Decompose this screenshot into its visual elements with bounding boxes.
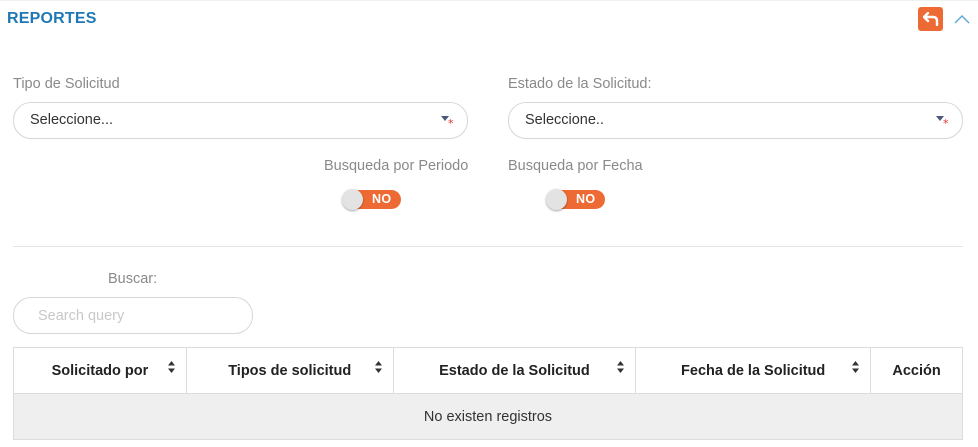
periodo-toggle[interactable]: NO (342, 188, 402, 210)
column-header-label: Estado de la Solicitud (439, 362, 590, 379)
sort-icon (617, 361, 625, 373)
search-label: Buscar: (108, 271, 158, 287)
sort-icon (374, 361, 382, 373)
tipo-solicitud-value: Seleccione... (30, 112, 114, 128)
column-header-label: Acción (892, 362, 941, 379)
estado-solicitud-label: Estado de la Solicitud: (508, 76, 652, 92)
search-input[interactable] (13, 297, 253, 334)
column-header-label: Tipos de solicitud (228, 362, 352, 379)
periodo-label: Busqueda por Periodo (324, 158, 469, 174)
column-header-tipos-de-solicitud[interactable]: Tipos de solicitud (185, 347, 394, 394)
fecha-toggle-text: NO (576, 192, 596, 206)
results-table: Solicitado por Tipos de solicitud Estado… (13, 347, 963, 440)
column-header-fecha-de-la-solicitud[interactable]: Fecha de la Solicitud (635, 347, 872, 394)
estado-solicitud-select[interactable]: Seleccione.. * (508, 102, 963, 139)
column-header-accion: Acción (870, 347, 963, 394)
undo-arrow-icon (922, 12, 938, 26)
column-header-label: Fecha de la Solicitud (681, 362, 826, 379)
section-divider (13, 246, 963, 247)
column-header-estado-de-la-solicitud[interactable]: Estado de la Solicitud (392, 347, 637, 394)
periodo-toggle-text: NO (372, 192, 392, 206)
fecha-label: Busqueda por Fecha (508, 158, 643, 174)
column-header-label: Solicitado por (51, 362, 149, 379)
table-header-row: Solicitado por Tipos de solicitud Estado… (13, 347, 963, 394)
sort-icon (167, 361, 175, 373)
top-border (0, 0, 978, 1)
table-row: No existen registros (13, 393, 963, 440)
toggle-knob (546, 189, 567, 210)
tipo-solicitud-label: Tipo de Solicitud (13, 76, 120, 92)
chevron-up-icon[interactable] (953, 12, 971, 26)
estado-solicitud-value: Seleccione.. (525, 112, 604, 128)
svg-text:*: * (448, 117, 454, 127)
dropdown-arrow-icon: * (441, 116, 454, 127)
column-header-solicitado-por[interactable]: Solicitado por (13, 347, 187, 394)
toggle-knob (342, 189, 363, 210)
dropdown-arrow-icon: * (936, 116, 949, 127)
tipo-solicitud-select[interactable]: Seleccione... * (13, 102, 468, 139)
sort-icon (852, 361, 860, 373)
svg-text:*: * (943, 117, 949, 127)
fecha-toggle[interactable]: NO (546, 188, 606, 210)
page-title: REPORTES (7, 10, 97, 27)
back-button[interactable] (918, 7, 943, 31)
empty-message: No existen registros (13, 393, 963, 440)
